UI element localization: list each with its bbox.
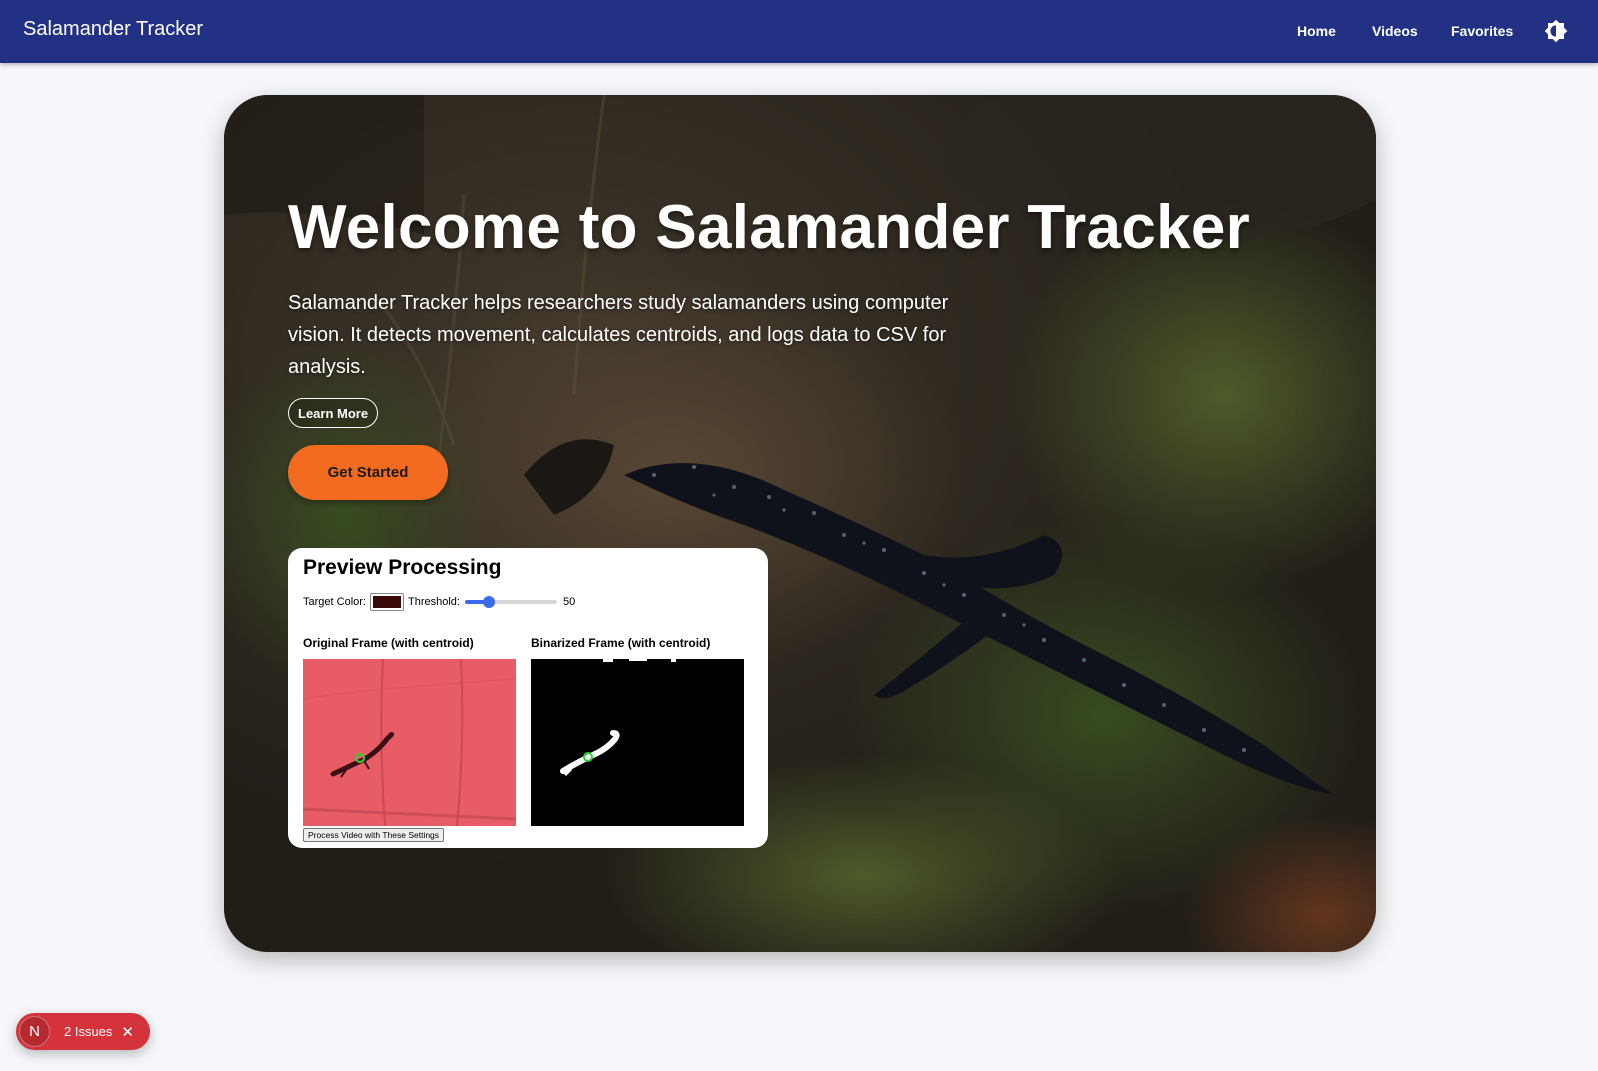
binarized-frame-image xyxy=(531,659,744,826)
next-logo-icon: N xyxy=(19,1016,50,1047)
binarized-frame-label: Binarized Frame (with centroid) xyxy=(531,636,711,650)
top-navbar: Salamander Tracker Home Videos Favorites xyxy=(0,0,1598,63)
threshold-slider[interactable] xyxy=(464,594,557,610)
nav-link-videos[interactable]: Videos xyxy=(1372,23,1418,39)
hero-description: Salamander Tracker helps researchers stu… xyxy=(288,292,949,378)
target-color-swatch xyxy=(372,596,401,608)
target-color-picker[interactable] xyxy=(369,593,404,611)
original-frame-label: Original Frame (with centroid) xyxy=(303,636,474,650)
hero-banner: Welcome to Salamander Tracker Salamander… xyxy=(224,95,1376,952)
original-frame-image xyxy=(303,659,516,826)
target-color-label: Target Color: xyxy=(303,596,366,608)
preview-controls: Target Color: Threshold: 50 xyxy=(303,591,575,613)
learn-more-button[interactable]: Learn More xyxy=(288,398,379,428)
close-icon[interactable]: ✕ xyxy=(121,1023,134,1041)
brightness-icon[interactable] xyxy=(1544,19,1568,43)
process-video-button[interactable]: Process Video with These Settings xyxy=(303,828,445,842)
nav-link-favorites[interactable]: Favorites xyxy=(1451,23,1513,39)
preview-processing-card: Preview Processing Target Color: Thresho… xyxy=(288,548,768,848)
threshold-value: 50 xyxy=(562,596,576,608)
preview-title: Preview Processing xyxy=(303,556,502,579)
nav-link-home[interactable]: Home xyxy=(1297,23,1336,39)
app-brand[interactable]: Salamander Tracker xyxy=(23,18,203,41)
hero-title: Welcome to Salamander Tracker xyxy=(288,193,1251,262)
get-started-button[interactable]: Get Started xyxy=(288,445,448,500)
slider-thumb[interactable] xyxy=(483,596,496,608)
threshold-label: Threshold: xyxy=(407,596,460,608)
issues-count: 2 Issues xyxy=(64,1024,113,1039)
issues-badge[interactable]: N 2 Issues ✕ xyxy=(16,1013,150,1050)
